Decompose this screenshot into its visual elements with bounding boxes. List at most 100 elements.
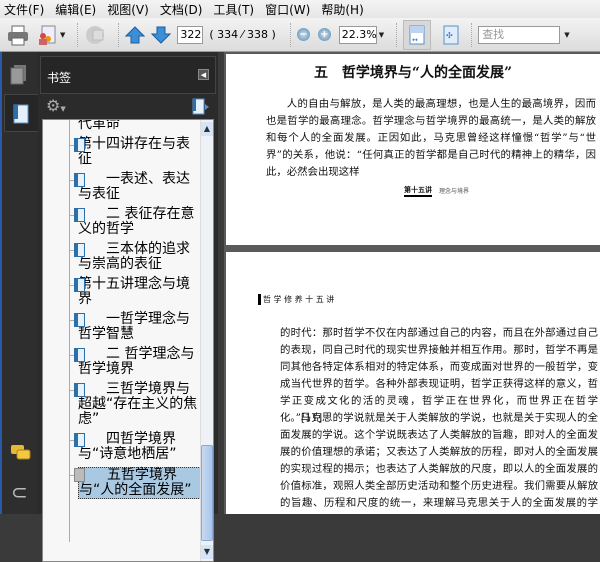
plus-icon: + [320, 29, 329, 40]
tree-scrollbar[interactable]: ▲ ▼ [200, 120, 213, 561]
menu-file[interactable]: 文件(F) [4, 1, 44, 18]
bookmark-label: 二 表征存在意义的哲学 [78, 206, 195, 237]
bookmark-label: 五哲学境界与“人的全面发展” [78, 467, 203, 499]
section-heading: 五 哲学境界与“人的全面发展” [313, 65, 513, 81]
page-paragraph: 马克思的学说就是关于人类解放的学说，也就是关于实现人的全面发展的学说。这个学说既… [280, 412, 598, 509]
bookmark-item[interactable]: 第十五讲理念与境界 [43, 277, 203, 307]
zoom-in-button[interactable]: + [317, 28, 331, 41]
page-number-input[interactable]: 322 [177, 25, 204, 44]
comments-button[interactable] [10, 444, 32, 466]
fit-width-button[interactable]: ↔ [403, 19, 432, 50]
fit-page-icon: ✣ [443, 25, 459, 44]
bookmark-icon [74, 468, 85, 482]
separator [471, 22, 473, 47]
bookmarks-title: 书签 [47, 71, 72, 85]
bookmark-item[interactable]: 三哲学境界与超越“存在主义的焦虑” [43, 382, 203, 427]
bookmark-item[interactable]: 四哲学境界与“诗意地栖居” [43, 432, 203, 462]
bookmark-item[interactable]: 二 哲学理念与哲学境界 [43, 347, 203, 377]
bookmarks-panel: 书签 ◀ ⚙▼ 四本体论的现代革命第十四讲存在与表征一表述、表达与表征二 表征存… [38, 52, 218, 562]
arrow-down-icon [151, 26, 172, 44]
bookmark-label: 第十五讲理念与境界 [78, 276, 190, 307]
bookmark-item[interactable]: 三本体的追求与崇高的表征 [43, 242, 203, 272]
zoom-out-button[interactable]: − [296, 28, 310, 41]
scroll-up-icon[interactable]: ▲ [201, 122, 213, 136]
bookmark-icon [74, 208, 85, 222]
separator [289, 22, 291, 47]
svg-text:✣: ✣ [446, 31, 453, 40]
zoom-dropdown-icon[interactable]: ▼ [379, 31, 384, 39]
triangle-left-icon: ◀ [200, 71, 207, 79]
minus-icon: − [299, 29, 308, 40]
disabled-tool-button[interactable] [84, 22, 106, 48]
bookmark-label: 三本体的追求与崇高的表征 [78, 241, 190, 272]
zoom-level-input[interactable]: 22.3% [338, 25, 377, 44]
footer-title: 理念与境界 [439, 188, 470, 195]
menu-help[interactable]: 帮助(H) [321, 1, 363, 18]
bookmark-label: 一哲学理念与哲学智慧 [78, 311, 190, 342]
collapse-panel-button[interactable]: ◀ [198, 69, 209, 80]
bookmark-label: 一表述、表达与表征 [78, 171, 190, 202]
bookmark-icon [13, 104, 29, 124]
previous-page-button[interactable] [125, 22, 146, 48]
bookmark-item[interactable]: 一哲学理念与哲学智慧 [43, 312, 203, 342]
gear-icon: ⚙ [46, 96, 61, 115]
document-view[interactable]: 五 哲学境界与“人的全面发展” 人的自由与解放，是人类的最高理想，也是人生的最高… [224, 52, 600, 514]
menu-edit[interactable]: 编辑(E) [55, 1, 96, 18]
paperclip-icon: ⊂ [11, 480, 28, 504]
menu-window[interactable]: 窗口(W) [265, 1, 310, 18]
fit-width-icon: ↔ [409, 25, 425, 44]
printer-icon [8, 25, 28, 45]
find-dropdown-icon[interactable]: ▼ [564, 31, 569, 39]
dropdown-caret-icon: ▼ [60, 105, 66, 113]
bookmark-item[interactable]: 第十四讲存在与表征 [43, 137, 203, 167]
attachments-button[interactable]: ⊂ [11, 482, 28, 502]
bookmark-icon [74, 138, 85, 152]
bookmark-icon [74, 243, 85, 257]
navigation-pane-strip: ⊂ [0, 52, 40, 514]
page-count-label: ( 334 ⁄ 338 ) [209, 28, 276, 41]
separator [396, 22, 398, 47]
page-paragraph: 人的自由与解放，是人类的最高理想，也是人生的最高境界，因而也是哲学的最高理念。哲… [266, 98, 596, 178]
bookmark-label: 二 哲学理念与哲学境界 [78, 346, 195, 377]
bookmarks-header: 书签 ◀ [40, 56, 216, 94]
bookmark-icon [74, 173, 85, 187]
bookmark-label: 四哲学境界与“诗意地栖居” [78, 431, 177, 462]
bookmark-label: 四本体论的现代革命 [78, 119, 120, 132]
options-button[interactable]: ⚙▼ [46, 97, 66, 118]
menu-view[interactable]: 视图(V) [107, 1, 149, 18]
bookmark-item[interactable]: 五哲学境界与“人的全面发展” [43, 467, 203, 499]
next-page-button[interactable] [151, 22, 172, 48]
menu-document[interactable]: 文档(D) [160, 1, 203, 18]
bookmark-icon [74, 313, 85, 327]
bookmark-expand-icon [192, 98, 209, 115]
toolbar: ▼ 322 ( 334 ⁄ 338 ) − + 22.3% ▼ ↔ ✣ 查找 ▼ [0, 18, 600, 52]
dropdown-caret-icon: ▼ [60, 30, 66, 39]
separator [77, 22, 79, 47]
scroll-thumb[interactable] [201, 445, 213, 541]
expand-bookmark-button[interactable] [192, 98, 210, 120]
separator [118, 22, 120, 47]
fit-page-button[interactable]: ✣ [443, 22, 459, 48]
pages-panel-button[interactable] [10, 64, 28, 90]
menu-bar: 文件(F) 编辑(E) 视图(V) 文档(D) 工具(T) 窗口(W) 帮助(H… [0, 0, 600, 18]
arrow-up-icon [125, 25, 146, 43]
hand-tool-icon [86, 25, 105, 44]
find-input[interactable]: 查找 [478, 25, 561, 44]
bookmark-item[interactable]: 一表述、表达与表征 [43, 172, 203, 202]
bookmark-item[interactable]: 四本体论的现代革命 [43, 119, 203, 132]
footer-lecture: 第十五讲 [404, 185, 432, 197]
bookmark-label: 三哲学境界与超越“存在主义的焦虑” [78, 381, 198, 427]
svg-text:↔: ↔ [412, 36, 418, 44]
menu-tools[interactable]: 工具(T) [213, 1, 254, 18]
bookmark-icon [74, 278, 85, 292]
print-button[interactable] [6, 22, 30, 48]
bookmark-item[interactable]: 二 表征存在意义的哲学 [43, 207, 203, 237]
bookmark-icon [74, 433, 85, 447]
bookmark-icon [74, 348, 85, 362]
bookmark-label: 第十四讲存在与表征 [78, 136, 190, 167]
bookmarks-panel-button[interactable] [4, 94, 40, 132]
scroll-down-icon[interactable]: ▼ [201, 545, 213, 559]
users-document-icon [39, 25, 56, 45]
collaborate-button[interactable]: ▼ [36, 22, 65, 48]
running-head: 哲 学 修 养 十 五 讲 [258, 294, 334, 305]
